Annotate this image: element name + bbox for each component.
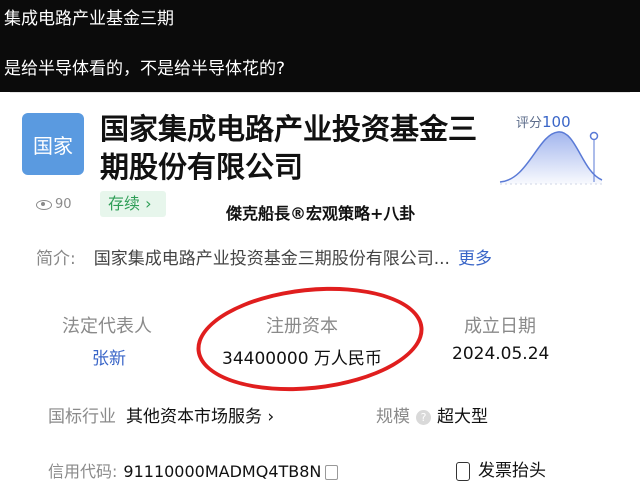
post-header: 集成电路产业基金三期 是给半导体看的，不是给半导体花的? [0,0,640,92]
founded-value: 2024.05.24 [452,344,550,364]
legal-rep-link[interactable]: 张新 [92,344,126,369]
help-icon[interactable]: ? [416,409,431,425]
invoice-button[interactable]: 发票抬头 [456,456,546,481]
invoice-icon [456,461,470,481]
intro-label: 简介: [36,249,76,269]
industry-label: 国标行业 [48,407,116,427]
post-subtitle-line: 是给半导体看的，不是给半导体花的? [4,59,286,79]
view-count-value: 90 [55,197,72,212]
industry-row[interactable]: 国标行业 其他资本市场服务 › [48,402,274,427]
more-link[interactable]: 更多 [458,249,492,269]
scale-label: 规模 [376,407,410,427]
watermark-text: 傑克船長®宏观策略+八卦 [226,204,416,223]
intro-row: 简介: 国家集成电路产业投资基金三期股份有限公司... 更多 [36,244,492,269]
status-badge[interactable]: 存续 › [100,191,166,217]
post-title-line: 集成电路产业基金三期 [4,9,174,29]
company-name[interactable]: 国家集成电路产业投资基金三期股份有限公司 [100,110,480,186]
industry-value: 其他资本市场服务 › [126,407,275,427]
credit-code-value: 91110000MADMQ4TB8N [123,462,322,481]
copy-icon[interactable] [325,465,339,480]
scale-row: 规模? 超大型 [376,402,488,427]
legal-rep-label: 法定代表人 [62,316,152,337]
score-curve-icon [499,131,603,185]
credit-code-row: 信用代码: 91110000MADMQ4TB8N [48,458,339,482]
score-widget[interactable]: 评分100 [498,112,608,190]
company-logo: 国家 [22,113,84,175]
founded-label: 成立日期 [464,316,536,337]
intro-text: 国家集成电路产业投资基金三期股份有限公司... [93,249,450,269]
eye-icon [36,199,52,210]
view-count: 90 [36,197,72,212]
credit-code-label: 信用代码: [48,462,118,481]
invoice-label: 发票抬头 [478,461,546,481]
scale-value: 超大型 [437,407,488,427]
